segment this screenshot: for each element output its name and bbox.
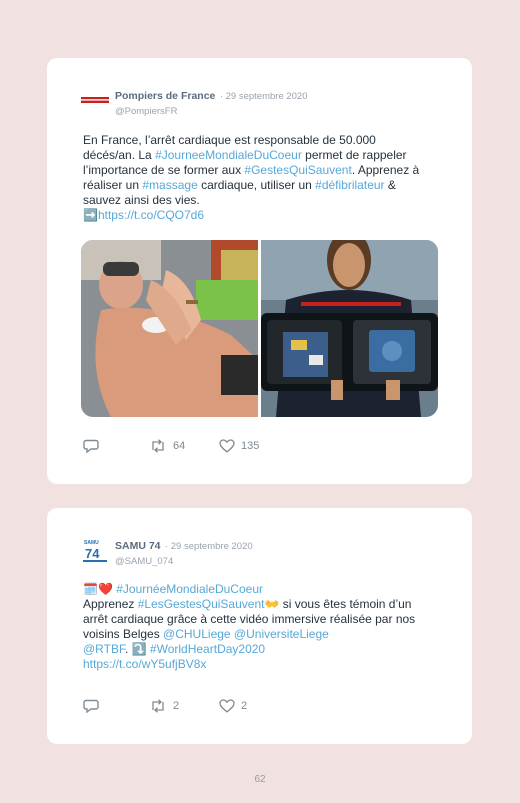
calendar-heart-emoji: 🗓️❤️ bbox=[83, 582, 113, 596]
pompiers-logo-avatar[interactable] bbox=[81, 86, 111, 116]
mention-link[interactable]: @UniversiteLiege bbox=[231, 627, 329, 641]
like-count: 135 bbox=[241, 440, 260, 452]
svg-text:74: 74 bbox=[85, 546, 100, 561]
mention-link[interactable]: @CHULiege bbox=[163, 627, 231, 641]
tweet-text: En France, l’arrêt cardiaque est respons… bbox=[83, 133, 428, 223]
tweet-card: Pompiers de France · 29 septembre 2020 @… bbox=[47, 58, 472, 484]
retweet-icon bbox=[149, 699, 167, 713]
text-segment: cardiaque, utiliser un bbox=[197, 178, 316, 192]
reply-button[interactable] bbox=[83, 439, 99, 453]
like-button[interactable]: 2 bbox=[219, 699, 247, 713]
text-segment: . bbox=[124, 642, 132, 656]
hashtag-link[interactable]: #WorldHeartDay2020 bbox=[147, 642, 265, 656]
hands-emoji: 👐 bbox=[264, 597, 280, 611]
tweet-url-link[interactable]: https://t.co/CQO7d6 bbox=[98, 208, 204, 222]
retweet-button[interactable]: 64 bbox=[149, 439, 185, 453]
tweet-actions: 2 2 bbox=[83, 699, 383, 715]
author-handle[interactable]: @PompiersFR bbox=[115, 106, 308, 117]
tweet-media[interactable] bbox=[81, 240, 438, 417]
tweet-date: · 29 septembre 2020 bbox=[164, 541, 253, 552]
author-name[interactable]: SAMU 74 bbox=[115, 540, 161, 552]
arrow-emoji: ➡️ bbox=[83, 208, 98, 222]
hashtag-link[interactable]: #massage bbox=[142, 178, 197, 192]
hashtag-link[interactable]: #LesGestesQuiSauvent bbox=[138, 597, 265, 611]
like-button[interactable]: 135 bbox=[219, 439, 259, 453]
mention-link[interactable]: @RTBF bbox=[83, 642, 125, 656]
defibrillator-photo[interactable] bbox=[260, 240, 439, 417]
reply-button[interactable] bbox=[83, 699, 99, 713]
like-icon bbox=[219, 699, 235, 713]
like-count: 2 bbox=[241, 700, 248, 712]
author-name[interactable]: Pompiers de France bbox=[115, 90, 215, 102]
retweet-count: 2 bbox=[173, 700, 180, 712]
tweet-actions: 64 135 bbox=[83, 439, 383, 455]
cpr-manikin-photo[interactable] bbox=[81, 240, 259, 417]
hashtag-link[interactable]: #JournéeMondialeDuCoeur bbox=[113, 582, 263, 596]
author-handle[interactable]: @SAMU_074 bbox=[115, 556, 253, 567]
text-segment: Apprenez bbox=[83, 597, 138, 611]
tweet-card: SAMU 74 SAMU 74 · 29 septembre 2020 @SAM… bbox=[47, 508, 472, 744]
retweet-icon bbox=[149, 439, 167, 453]
hashtag-link[interactable]: #GestesQuiSauvent bbox=[244, 163, 351, 177]
like-icon bbox=[219, 439, 235, 453]
tweet-date: · 29 septembre 2020 bbox=[219, 91, 308, 102]
reply-icon bbox=[83, 439, 99, 453]
page-number: 62 bbox=[254, 774, 266, 785]
tweet-text: 🗓️❤️ #JournéeMondialeDuCoeur Apprenez #Le… bbox=[83, 582, 428, 672]
arrow-down-emoji: ⤵️ bbox=[131, 642, 147, 656]
hashtag-link[interactable]: #défibrilateur bbox=[315, 178, 384, 192]
tweet-url-link[interactable]: https://t.co/wY5ufjBV8x bbox=[83, 657, 206, 671]
retweet-count: 64 bbox=[173, 440, 186, 452]
samu74-logo-avatar[interactable]: SAMU 74 bbox=[81, 536, 111, 566]
hashtag-link[interactable]: #JourneeMondialeDuCoeur bbox=[155, 148, 302, 162]
reply-icon bbox=[83, 699, 99, 713]
retweet-button[interactable]: 2 bbox=[149, 699, 179, 713]
